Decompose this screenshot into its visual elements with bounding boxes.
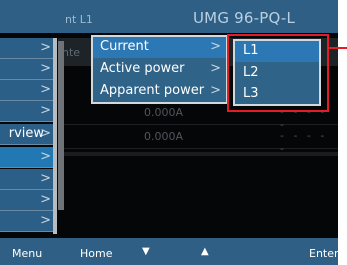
chevron-right-icon: >	[40, 126, 51, 141]
menu-item[interactable]: >	[0, 38, 53, 59]
menu-item[interactable]: >	[0, 211, 53, 232]
chevron-right-icon: >	[40, 192, 51, 207]
divider	[58, 152, 338, 156]
chevron-right-icon: >	[40, 103, 51, 118]
current-value: 0.000A	[144, 106, 184, 119]
submenu-item-label: Active power	[100, 61, 185, 76]
chevron-right-icon: >	[40, 149, 51, 164]
menu-item[interactable]: >	[0, 169, 53, 190]
chevron-right-icon: >	[210, 39, 221, 54]
submenu-item-label: Apparent power	[100, 83, 205, 98]
column-header: nte	[62, 46, 81, 59]
menu-item[interactable]: >	[0, 190, 53, 211]
submenu-item-active-power[interactable]: Active power >	[93, 59, 226, 80]
menu-separator	[53, 38, 57, 234]
chevron-right-icon: >	[40, 171, 51, 186]
chevron-right-icon: >	[40, 61, 51, 76]
submenu: Current > Active power > Apparent power …	[91, 35, 228, 104]
menu-button[interactable]: Menu	[12, 247, 42, 260]
page-title: nt L1	[65, 13, 93, 26]
submenu-item-label: Current	[100, 39, 149, 54]
home-button[interactable]: Home	[80, 247, 112, 260]
chevron-right-icon: >	[210, 61, 221, 76]
enter-button[interactable]: Enter	[309, 247, 338, 260]
menu-item[interactable]: >	[0, 80, 53, 101]
main-menu: > > > > rview > > > > >	[0, 38, 53, 234]
menu-item-overview[interactable]: rview >	[0, 124, 53, 145]
scrollbar[interactable]	[58, 41, 64, 210]
table-row: 0.000A - - - - -	[58, 126, 338, 155]
menu-item-label: rview	[8, 126, 44, 141]
submenu-item-apparent-power[interactable]: Apparent power >	[93, 81, 226, 102]
device-screen: nt L1 UMG 96-PQ-L nte 0.000A - - - - - 0…	[0, 0, 338, 265]
device-model-label: UMG 96-PQ-L	[193, 9, 296, 27]
highlight-frame	[227, 34, 329, 112]
menu-item[interactable]: >	[0, 101, 53, 122]
menu-item-selected[interactable]: >	[0, 147, 53, 168]
arrow-up-icon[interactable]: ▲	[201, 246, 209, 257]
callout-line	[329, 47, 347, 49]
menu-item[interactable]: >	[0, 59, 53, 80]
softkey-bar: Menu Home ▼ ▲ Enter	[0, 238, 338, 265]
current-value: 0.000A	[144, 130, 184, 143]
chevron-right-icon: >	[40, 40, 51, 55]
chevron-right-icon: >	[40, 213, 51, 228]
chevron-right-icon: >	[210, 83, 221, 98]
arrow-down-icon[interactable]: ▼	[142, 246, 150, 257]
submenu-item-current[interactable]: Current >	[93, 37, 226, 58]
chevron-right-icon: >	[40, 82, 51, 97]
header-bar: nt L1 UMG 96-PQ-L	[0, 0, 338, 33]
